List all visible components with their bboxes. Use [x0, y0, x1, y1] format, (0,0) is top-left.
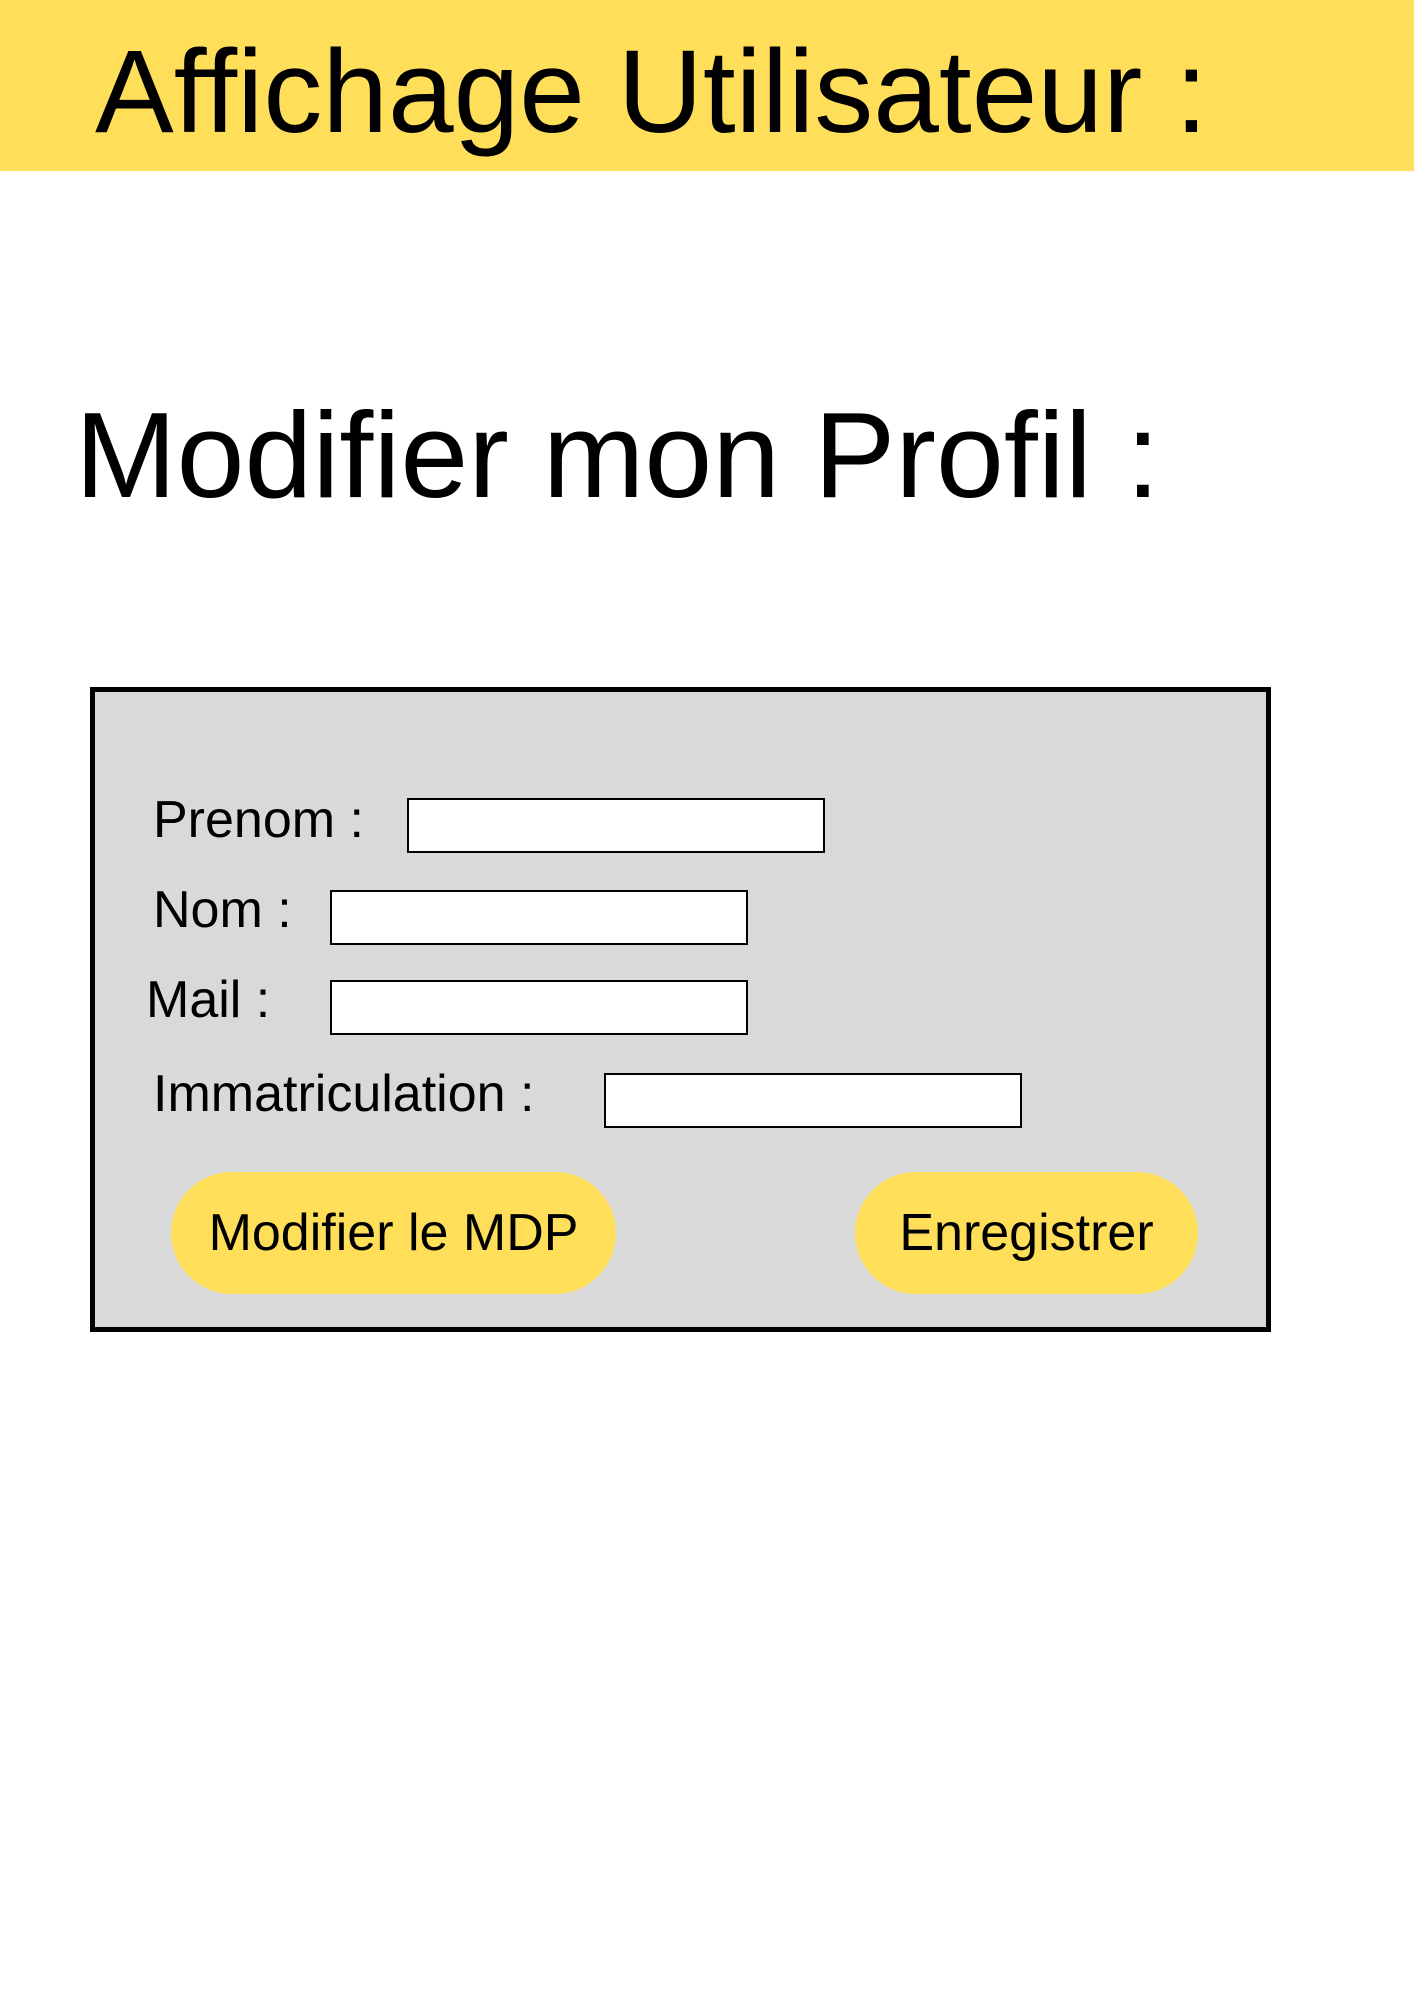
change-password-button[interactable]: Modifier le MDP	[171, 1172, 616, 1294]
nom-input[interactable]	[330, 890, 748, 945]
immatriculation-input[interactable]	[604, 1073, 1022, 1128]
mail-input[interactable]	[330, 980, 748, 1035]
mail-label: Mail :	[146, 971, 271, 1029]
header-title: Affichage Utilisateur :	[95, 26, 1208, 158]
page-title: Modifier mon Profil :	[75, 387, 1160, 523]
header-banner: Affichage Utilisateur :	[0, 0, 1414, 171]
profile-form: Prenom : Nom : Mail : Immatriculation : …	[90, 687, 1271, 1332]
prenom-label: Prenom :	[153, 791, 364, 849]
save-button[interactable]: Enregistrer	[855, 1172, 1198, 1294]
nom-label: Nom :	[153, 881, 292, 939]
prenom-input[interactable]	[407, 798, 825, 853]
immatriculation-label: Immatriculation :	[153, 1065, 535, 1123]
